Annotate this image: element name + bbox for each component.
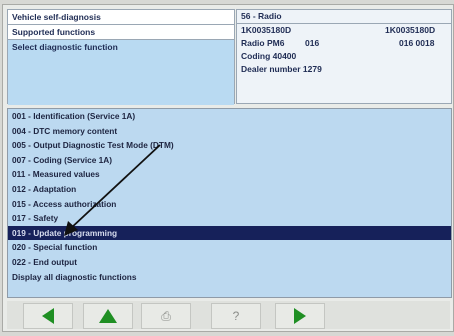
navigation-panel: Vehicle self-diagnosis Supported functio…: [7, 9, 235, 105]
part-number-left: 1K0035180D: [241, 25, 292, 35]
function-item[interactable]: 015 - Access authorization: [8, 197, 451, 212]
nav-item-select-diagnostic-function[interactable]: Select diagnostic function: [8, 40, 234, 105]
printer-icon: ⎙: [161, 308, 171, 323]
function-item[interactable]: 001 - Identification (Service 1A): [8, 109, 451, 124]
control-unit-title: 56 - Radio: [237, 10, 451, 24]
component-code-right: 016 0018: [399, 38, 435, 48]
part-number-right: 1K0035180D: [385, 25, 436, 35]
up-button[interactable]: [83, 303, 133, 329]
function-item[interactable]: 012 - Adaptation: [8, 182, 451, 197]
part-number-row: 1K0035180D 1K0035180D: [237, 24, 451, 37]
control-unit-info-panel: 56 - Radio 1K0035180D 1K0035180D Radio P…: [236, 9, 452, 104]
forward-button[interactable]: [275, 303, 325, 329]
diagnostic-function-list: 001 - Identification (Service 1A) 004 - …: [7, 108, 452, 298]
top-panel: Vehicle self-diagnosis Supported functio…: [3, 5, 453, 105]
print-button[interactable]: ⎙: [141, 303, 191, 329]
nav-item-supported-functions[interactable]: Supported functions: [8, 25, 234, 40]
function-item-selected[interactable]: 019 - Update programming: [8, 225, 451, 241]
diagnosis-window: Vehicle self-diagnosis Supported functio…: [2, 4, 454, 332]
function-item[interactable]: 017 - Safety: [8, 211, 451, 226]
function-item[interactable]: 004 - DTC memory content: [8, 124, 451, 139]
help-icon: ?: [232, 309, 240, 323]
component-name: Radio PM6: [241, 38, 285, 48]
toolbar: ⎙ ?: [7, 301, 450, 329]
component-code: 016: [305, 38, 320, 48]
help-button[interactable]: ?: [211, 303, 261, 329]
arrow-left-icon: [42, 308, 54, 324]
component-row: Radio PM6 016 016 0018: [237, 37, 451, 50]
coding-value: Coding 40400: [241, 51, 297, 61]
back-button[interactable]: [23, 303, 73, 329]
function-item[interactable]: 022 - End output: [8, 255, 451, 270]
function-item[interactable]: 011 - Measured values: [8, 167, 451, 182]
function-item[interactable]: 005 - Output Diagnostic Test Mode (DTM): [8, 138, 451, 153]
function-item[interactable]: Display all diagnostic functions: [8, 270, 451, 285]
function-item[interactable]: 007 - Coding (Service 1A): [8, 153, 451, 168]
nav-item-vehicle-self-diagnosis[interactable]: Vehicle self-diagnosis: [8, 10, 234, 25]
arrow-right-icon: [294, 308, 306, 324]
function-item[interactable]: 020 - Special function: [8, 240, 451, 255]
dealer-number: Dealer number 1279: [241, 64, 322, 74]
arrow-up-icon: [99, 309, 117, 323]
